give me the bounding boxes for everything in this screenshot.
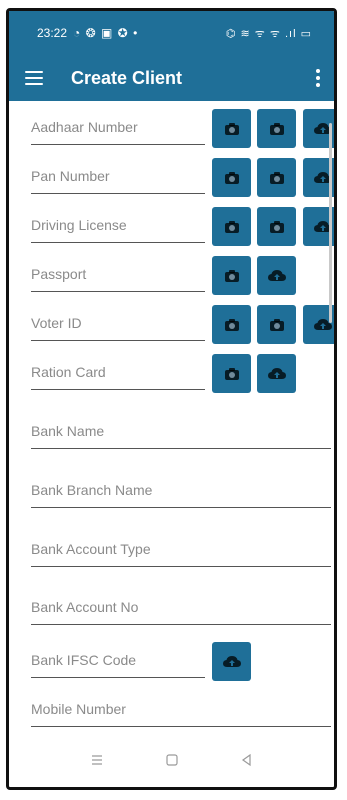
ration-upload-button[interactable]: [257, 354, 296, 393]
camera-icon: [224, 367, 239, 380]
license-front-camera-button[interactable]: [212, 207, 251, 246]
bank-name-row: Bank Name: [31, 395, 334, 454]
voter-id-field[interactable]: Voter ID: [31, 311, 205, 341]
bank-branch-row: Bank Branch Name: [31, 454, 334, 513]
voter-id-row: Voter ID: [31, 297, 334, 346]
camera-icon: [269, 220, 284, 233]
ration-card-row: Ration Card: [31, 346, 334, 395]
pan-number-field[interactable]: Pan Number: [31, 164, 205, 194]
bank-account-type-field[interactable]: Bank Account Type: [31, 537, 331, 567]
system-nav-bar: [9, 733, 334, 787]
aadhaar-front-camera-button[interactable]: [212, 109, 251, 148]
driving-license-field[interactable]: Driving License: [31, 213, 205, 243]
aadhaar-number-field[interactable]: Aadhaar Number: [31, 115, 205, 145]
mobile-number-row: Mobile Number: [31, 683, 334, 733]
bank-name-field[interactable]: Bank Name: [31, 419, 331, 449]
app-bar: Create Client: [9, 55, 334, 101]
driving-license-row: Driving License: [31, 199, 334, 248]
hamburger-menu-icon[interactable]: [25, 71, 43, 85]
cloud-upload-icon: [267, 269, 286, 281]
passport-upload-button[interactable]: [257, 256, 296, 295]
bank-ifsc-code-field[interactable]: Bank IFSC Code: [31, 648, 205, 678]
status-time: 23:22: [37, 26, 68, 40]
camera-icon: [269, 122, 284, 135]
status-notification-icons: ◔ ❂ ▣ ✪ •: [73, 26, 139, 40]
camera-icon: [269, 318, 284, 331]
cloud-upload-icon: [222, 655, 241, 667]
cloud-upload-icon: [267, 367, 286, 379]
camera-icon: [224, 220, 239, 233]
create-client-form: Aadhaar Number Pan Number Driving Licens…: [9, 101, 334, 733]
camera-icon: [224, 171, 239, 184]
passport-row: Passport: [31, 248, 334, 297]
camera-icon: [269, 171, 284, 184]
license-back-camera-button[interactable]: [257, 207, 296, 246]
pan-front-camera-button[interactable]: [212, 158, 251, 197]
phone-screen: 23:22 ◔ ❂ ▣ ✪ • ⌬ ≋ ᯤ ᯤ .ıl ▭ Create Cli…: [6, 8, 337, 790]
mobile-number-field[interactable]: Mobile Number: [31, 697, 331, 727]
aadhaar-row: Aadhaar Number: [31, 101, 334, 150]
voter-back-camera-button[interactable]: [257, 305, 296, 344]
status-bar: 23:22 ◔ ❂ ▣ ✪ • ⌬ ≋ ᯤ ᯤ .ıl ▭: [9, 11, 334, 55]
camera-icon: [224, 318, 239, 331]
ration-camera-button[interactable]: [212, 354, 251, 393]
bank-account-no-field[interactable]: Bank Account No: [31, 595, 331, 625]
ifsc-upload-button[interactable]: [212, 642, 251, 681]
pan-row: Pan Number: [31, 150, 334, 199]
camera-icon: [224, 122, 239, 135]
more-vert-icon[interactable]: [316, 69, 320, 87]
recent-apps-icon[interactable]: [89, 752, 105, 768]
home-icon[interactable]: [164, 752, 180, 768]
scrollbar[interactable]: [329, 123, 332, 323]
camera-icon: [224, 269, 239, 282]
bank-account-no-row: Bank Account No: [31, 571, 334, 629]
passport-camera-button[interactable]: [212, 256, 251, 295]
pan-back-camera-button[interactable]: [257, 158, 296, 197]
voter-front-camera-button[interactable]: [212, 305, 251, 344]
back-icon[interactable]: [239, 752, 255, 768]
passport-field[interactable]: Passport: [31, 262, 205, 292]
page-title: Create Client: [71, 67, 183, 88]
bank-account-type-row: Bank Account Type: [31, 513, 334, 571]
bank-ifsc-row: Bank IFSC Code: [31, 629, 334, 683]
status-system-icons: ⌬ ≋ ᯤ ᯤ .ıl ▭: [225, 27, 312, 40]
bank-branch-name-field[interactable]: Bank Branch Name: [31, 478, 331, 508]
aadhaar-back-camera-button[interactable]: [257, 109, 296, 148]
ration-card-field[interactable]: Ration Card: [31, 360, 205, 390]
